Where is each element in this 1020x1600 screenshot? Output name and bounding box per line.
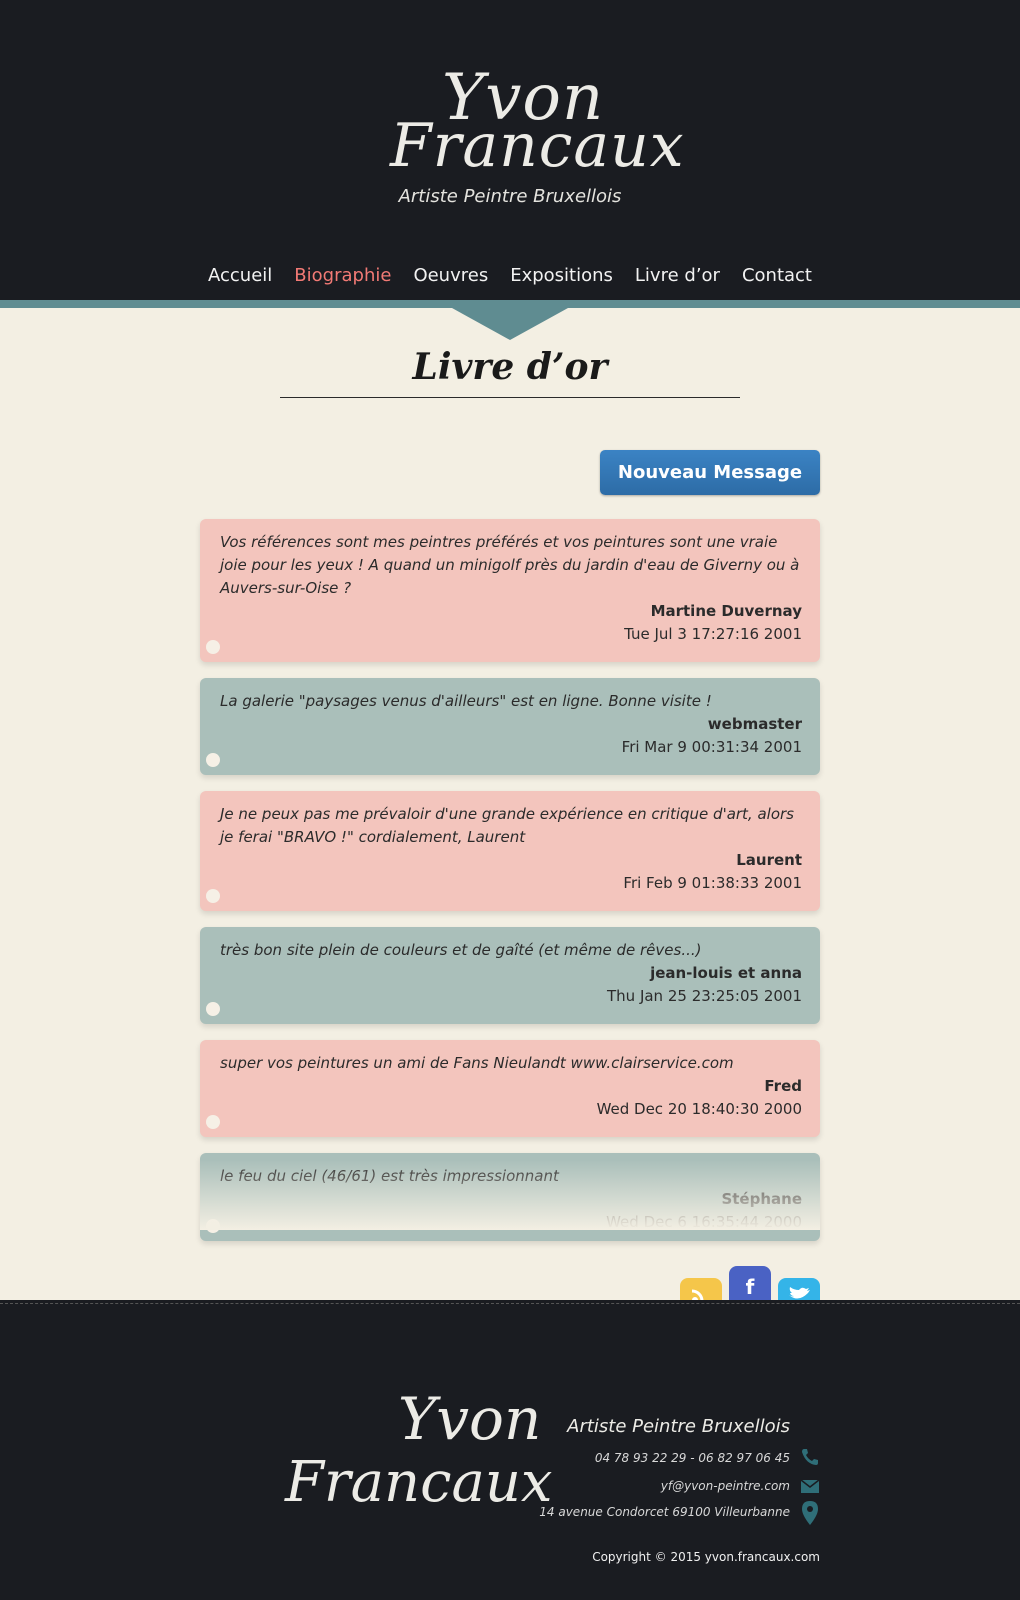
svg-text:f: f: [746, 1275, 755, 1299]
entry-dot-icon: [206, 1219, 220, 1233]
entry-date: Fri Mar 9 00:31:34 2001: [621, 738, 802, 756]
entry-message: La galerie "paysages venus d'ailleurs" e…: [220, 692, 712, 710]
site-header: Yvon Francaux Artiste Peintre Bruxellois…: [0, 0, 1020, 300]
guestbook-entry: Vos références sont mes peintres préféré…: [200, 519, 820, 662]
map-pin-icon: [802, 1501, 818, 1525]
site-tagline: Artiste Peintre Bruxellois: [398, 186, 622, 207]
entry-dot-icon: [206, 1115, 220, 1129]
envelope-icon: [800, 1479, 820, 1493]
guestbook-entry: le feu du ciel (46/61) est très impressi…: [200, 1153, 820, 1241]
nav-item-accueil[interactable]: Accueil: [208, 265, 272, 286]
entry-dot-icon: [206, 1002, 220, 1016]
twitter-button[interactable]: [778, 1278, 820, 1300]
entry-message: Vos références sont mes peintres préféré…: [220, 533, 800, 597]
nav-item-oeuvres[interactable]: Oeuvres: [413, 265, 488, 286]
entry-message: très bon site plein de couleurs et de ga…: [220, 941, 702, 959]
nav-item-biographie[interactable]: Biographie: [294, 265, 391, 286]
nav-item-contact[interactable]: Contact: [742, 265, 812, 286]
footer-email[interactable]: yf@yvon-peintre.com: [520, 1479, 790, 1493]
rss-button[interactable]: [680, 1278, 722, 1300]
guestbook-entry: super vos peintures un ami de Fans Nieul…: [200, 1040, 820, 1137]
entry-author: Stéphane: [721, 1190, 802, 1208]
entry-author: Martine Duvernay: [650, 602, 802, 620]
footer-tagline: Artiste Peintre Bruxellois: [567, 1416, 790, 1437]
footer-divider: [0, 1303, 1020, 1304]
entry-message: le feu du ciel (46/61) est très impressi…: [220, 1167, 559, 1185]
entry-date: Tue Jul 3 17:27:16 2001: [624, 625, 802, 643]
entry-date: Thu Jan 25 23:25:05 2001: [607, 987, 802, 1005]
logo-last-name: Francaux: [390, 111, 685, 181]
rss-icon: [691, 1289, 704, 1300]
guestbook-list: Vos références sont mes peintres préféré…: [200, 519, 820, 1257]
entry-author: webmaster: [707, 715, 802, 733]
footer-phone: 04 78 93 22 29 - 06 82 97 06 45: [594, 1451, 790, 1465]
entry-date: Fri Feb 9 01:38:33 2001: [623, 874, 802, 892]
entry-dot-icon: [206, 753, 220, 767]
entry-date: Wed Dec 20 18:40:30 2000: [596, 1100, 802, 1118]
nav-indicator-notch: [0, 300, 1020, 340]
entry-dot-icon: [206, 640, 220, 654]
nav-item-livre-dor[interactable]: Livre d’or: [635, 265, 720, 286]
facebook-button[interactable]: f: [729, 1266, 771, 1300]
entry-author: Laurent: [736, 851, 802, 869]
social-links: f: [680, 1262, 820, 1300]
guestbook-entry: La galerie "paysages venus d'ailleurs" e…: [200, 678, 820, 775]
footer-logo-first-name: Yvon: [398, 1385, 542, 1453]
entry-message: super vos peintures un ami de Fans Nieul…: [220, 1054, 734, 1072]
guestbook-entry: très bon site plein de couleurs et de ga…: [200, 927, 820, 1024]
page-title: Livre d’or: [412, 346, 608, 388]
footer-address: 14 avenue Condorcet 69100 Villeurbanne: [539, 1505, 790, 1519]
main-nav: Accueil Biographie Oeuvres Expositions L…: [0, 265, 1020, 295]
entry-message: Je ne peux pas me prévaloir d'une grande…: [220, 805, 794, 846]
nav-item-expositions[interactable]: Expositions: [510, 265, 613, 286]
entry-author: jean-louis et anna: [650, 964, 802, 982]
copyright-text: Copyright © 2015 yvon.francaux.com: [592, 1550, 820, 1564]
title-underline: [280, 397, 740, 398]
entry-date: Wed Dec 6 16:35:44 2000: [606, 1213, 802, 1231]
new-message-button[interactable]: Nouveau Message: [600, 450, 820, 495]
facebook-icon: f: [746, 1275, 755, 1299]
entry-dot-icon: [206, 889, 220, 903]
phone-icon: [802, 1449, 818, 1465]
entry-author: Fred: [764, 1077, 802, 1095]
footer-logo-last-name: Francaux: [285, 1450, 553, 1515]
guestbook-entry: Je ne peux pas me prévaloir d'une grande…: [200, 791, 820, 911]
site-logo[interactable]: Yvon Francaux Artiste Peintre Bruxellois: [0, 58, 1020, 218]
twitter-icon: [789, 1287, 810, 1299]
